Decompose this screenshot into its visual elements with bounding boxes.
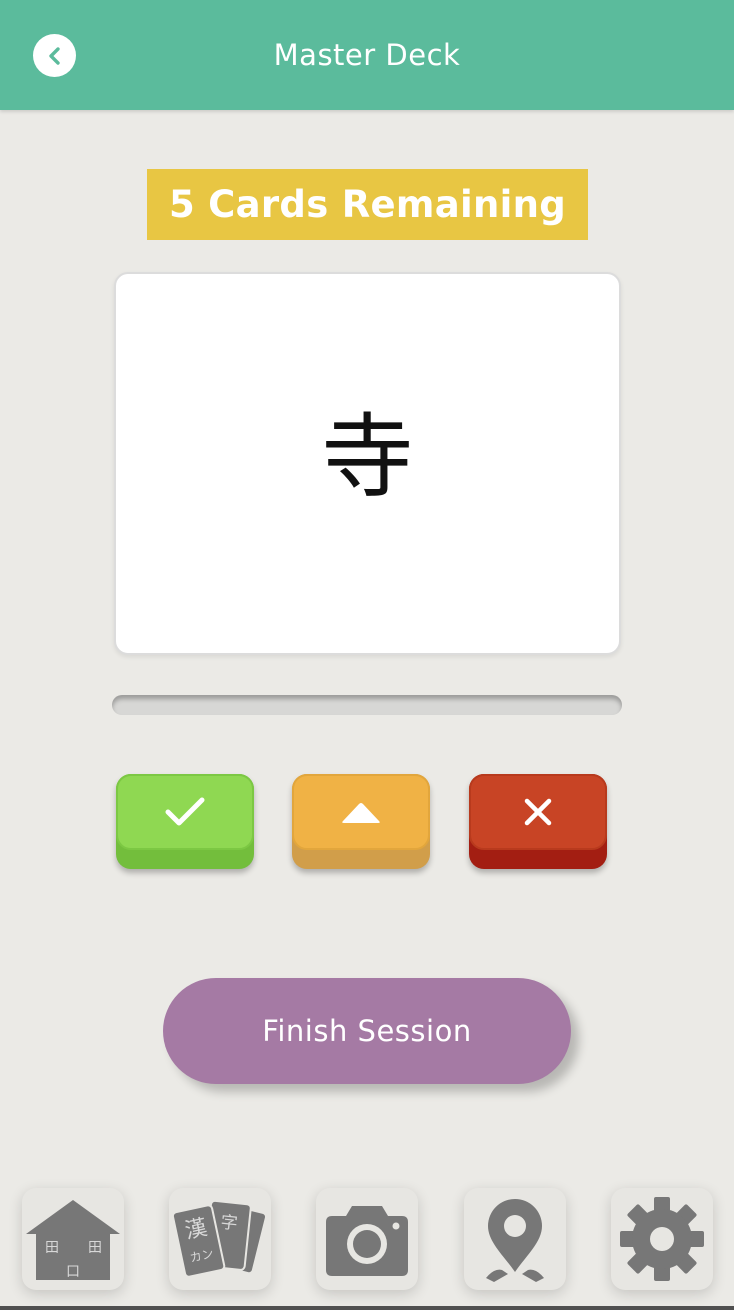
triangle-up-icon [342, 803, 380, 823]
flashcard-character: 寺 [321, 404, 414, 511]
camera-icon [326, 1206, 408, 1276]
nav-cards-button[interactable]: 字 漢 カン [169, 1188, 271, 1290]
gear-icon [620, 1197, 704, 1281]
review-button-face [292, 774, 430, 850]
nav-map-button[interactable] [464, 1188, 566, 1290]
nav-home-button[interactable]: 田 田 口 [22, 1188, 124, 1290]
flashcard[interactable]: 寺 [114, 272, 621, 655]
check-icon [165, 797, 205, 826]
correct-button[interactable] [116, 774, 254, 869]
map-pin-icon [486, 1199, 544, 1282]
home-window-right: 田 [88, 1240, 102, 1256]
page-title: Master Deck [273, 38, 461, 72]
nav-camera-button[interactable] [316, 1188, 418, 1290]
home-door: 口 [66, 1264, 80, 1280]
home-window-left: 田 [45, 1240, 59, 1256]
finish-session-button[interactable]: Finish Session [163, 978, 571, 1084]
review-button[interactable] [292, 774, 430, 869]
bottom-edge [0, 1306, 734, 1310]
nav-settings-button[interactable] [611, 1188, 713, 1290]
wrong-button[interactable] [469, 774, 607, 869]
cards-remaining-badge: 5 Cards Remaining [147, 169, 588, 240]
session-progress-bar [112, 695, 622, 715]
app-header: Master Deck [0, 0, 734, 110]
correct-button-face [116, 774, 254, 850]
wrong-button-face [469, 774, 607, 850]
kanji-cards-icon: 字 漢 カン [171, 1199, 268, 1278]
close-icon [524, 798, 552, 826]
home-icon: 田 田 口 [26, 1200, 120, 1280]
cards-icon-char-2: 字 [220, 1213, 239, 1235]
